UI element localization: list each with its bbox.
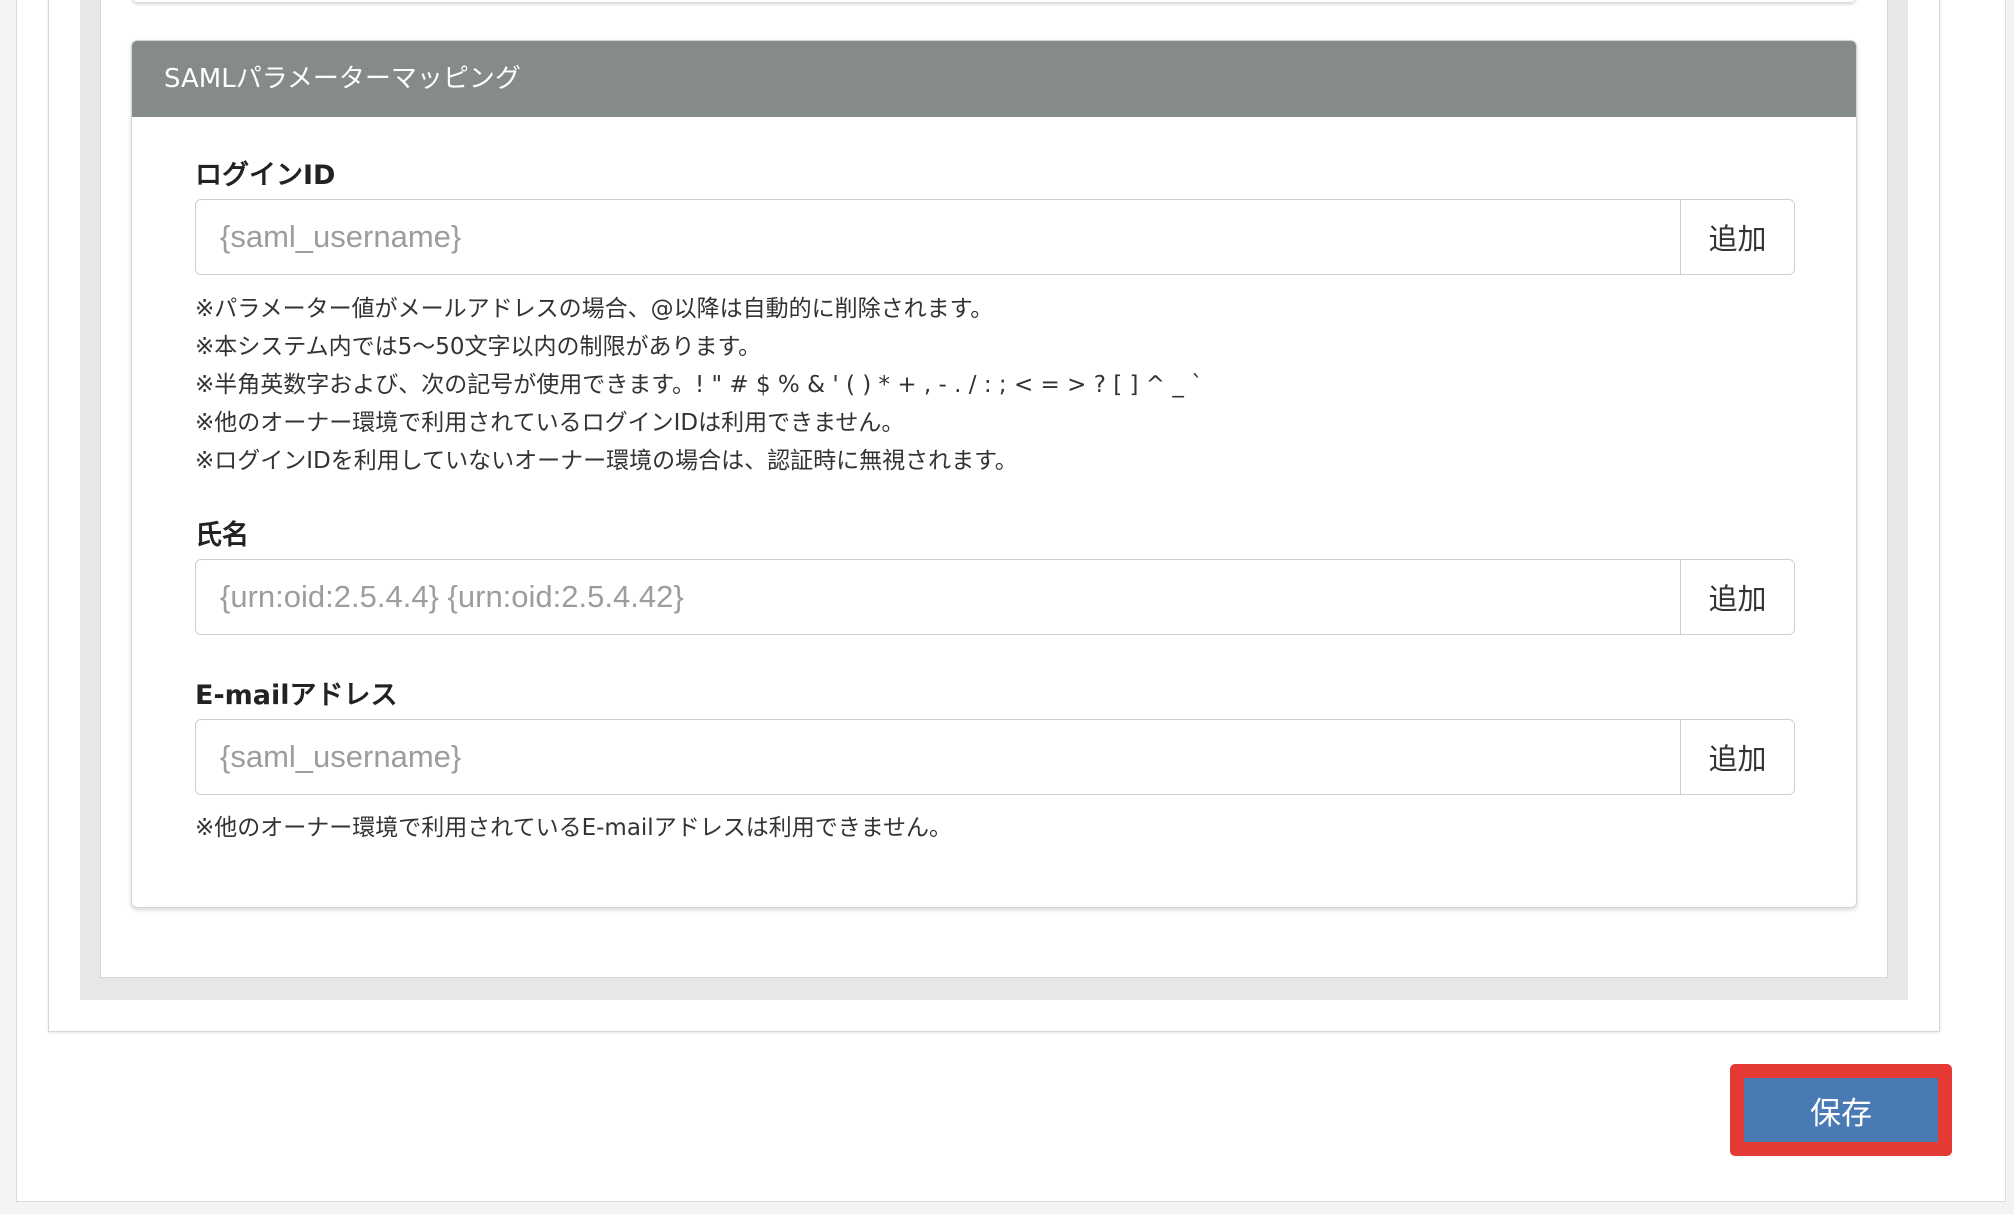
login-id-label: ログインID: [195, 160, 336, 191]
email-label: E-mailアドレス: [195, 680, 398, 711]
login-id-note: ※本システム内では5〜50文字以内の制限があります。: [195, 334, 762, 360]
login-id-note: ※ログインIDを利用していないオーナー環境の場合は、認証時に無視されます。: [195, 448, 1018, 474]
name-input-group: 追加: [195, 559, 1795, 635]
email-notes: ※他のオーナー環境で利用されているE-mailアドレスは利用できません。: [195, 809, 952, 847]
email-input[interactable]: [196, 720, 1680, 794]
save-button[interactable]: 保存: [1744, 1078, 1938, 1142]
login-id-note: ※他のオーナー環境で利用されているログインIDは利用できません。: [195, 410, 905, 436]
login-id-note: ※パラメーター値がメールアドレスの場合、@以降は自動的に削除されます。: [195, 296, 994, 322]
login-id-input[interactable]: [196, 200, 1680, 274]
previous-card: [132, 0, 1856, 2]
name-add-button[interactable]: 追加: [1680, 560, 1794, 634]
login-id-input-group: 追加: [195, 199, 1795, 275]
email-add-button[interactable]: 追加: [1680, 720, 1794, 794]
login-id-add-button[interactable]: 追加: [1680, 200, 1794, 274]
login-id-notes: ※パラメーター値がメールアドレスの場合、@以降は自動的に削除されます。 ※本シス…: [195, 290, 1203, 480]
login-id-note: ※半角英数字および、次の記号が使用できます。! " # $ % & ' ( ) …: [195, 372, 1203, 398]
name-input[interactable]: [196, 560, 1680, 634]
name-label: 氏名: [195, 520, 249, 551]
card-header: SAMLパラメーターマッピング: [132, 41, 1856, 117]
email-input-group: 追加: [195, 719, 1795, 795]
email-note: ※他のオーナー環境で利用されているE-mailアドレスは利用できません。: [195, 815, 953, 841]
saml-mapping-card: SAMLパラメーターマッピング ログインID 追加 ※パラメーター値がメールアド…: [131, 40, 1857, 908]
